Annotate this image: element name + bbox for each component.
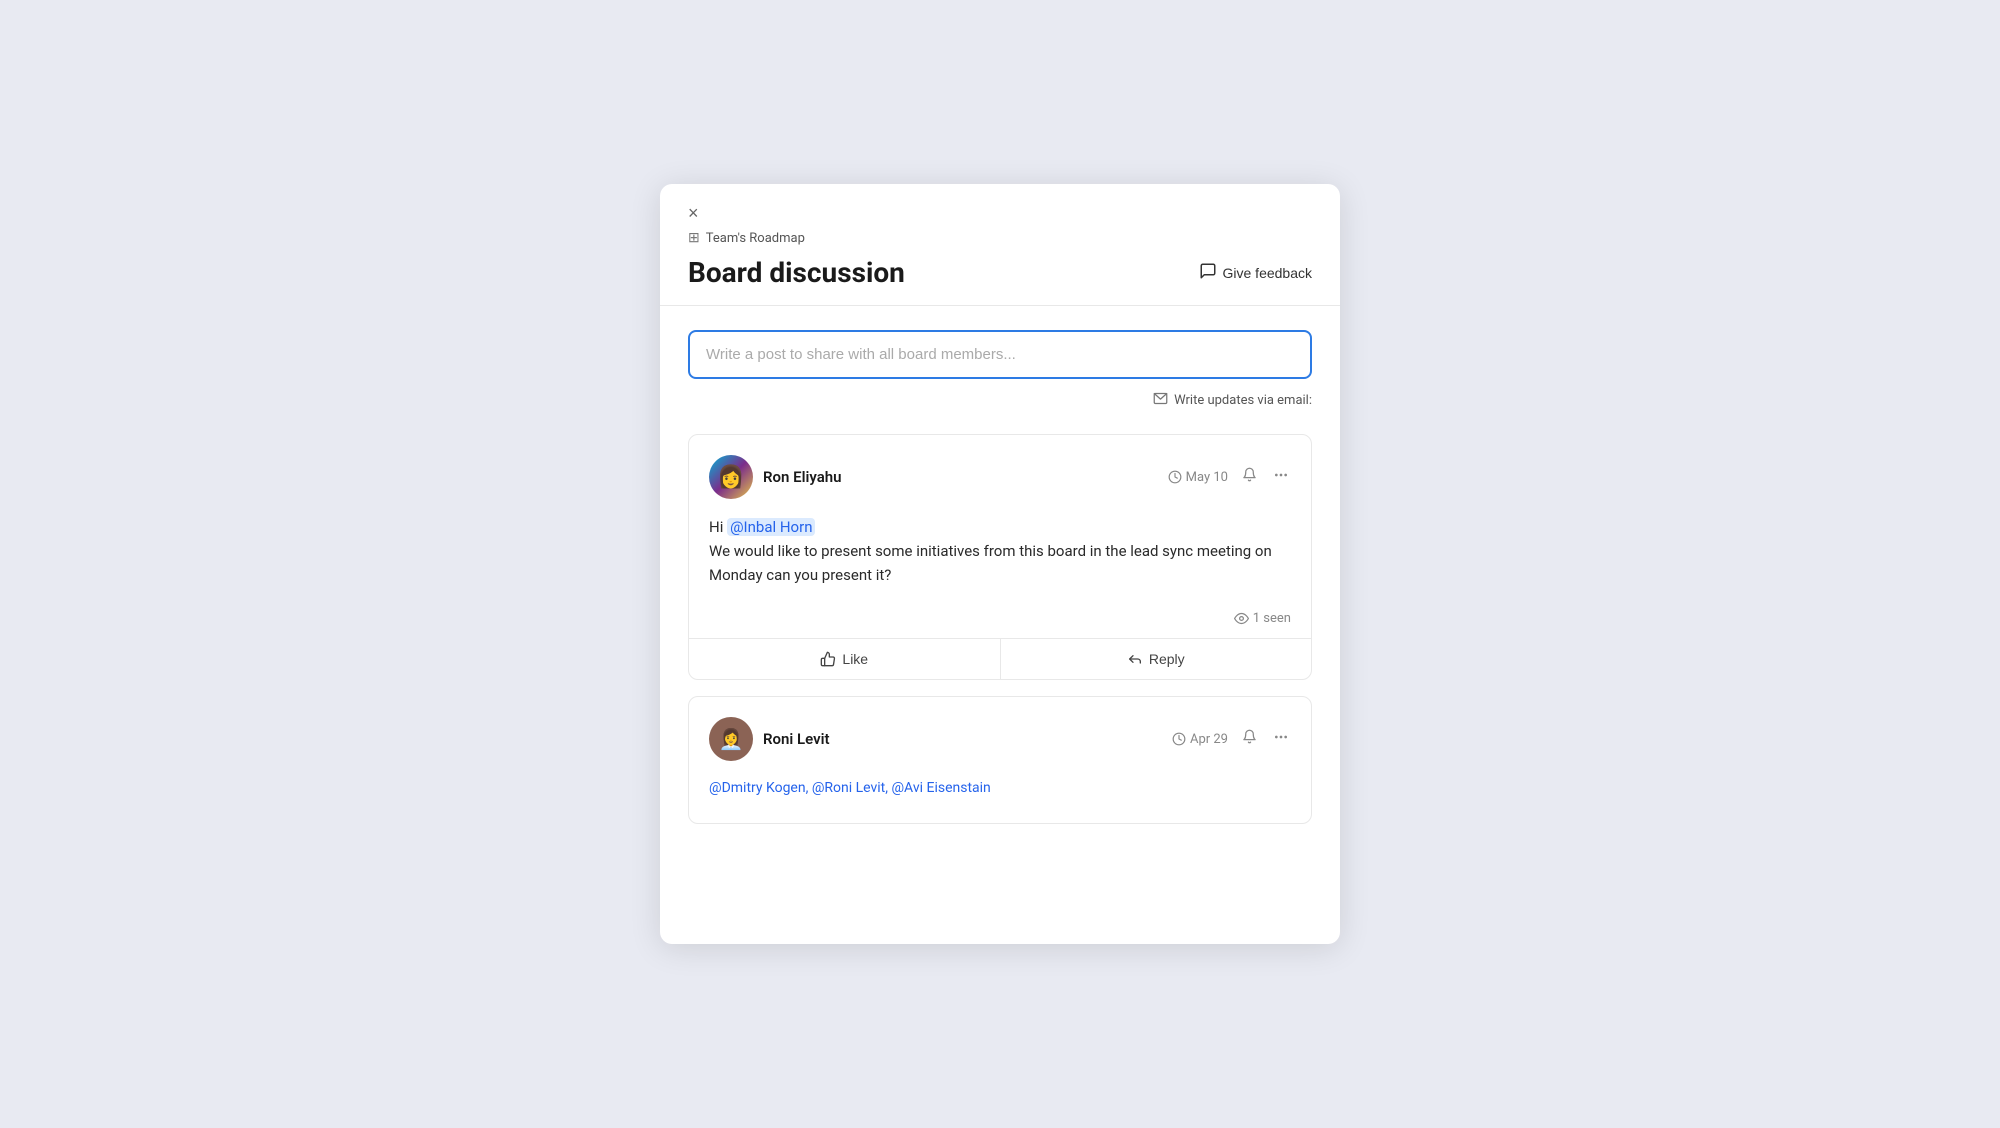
notification-button[interactable]: [1240, 465, 1259, 489]
avatar: 👩‍💼: [709, 717, 753, 761]
title-row: Board discussion Give feedback: [688, 256, 1312, 289]
modal-header: × ⊞ Team's Roadmap Board discussion Give…: [660, 184, 1340, 306]
tagged-users: @Dmitry Kogen, @Roni Levit, @Avi Eisenst…: [709, 777, 1291, 799]
feedback-icon: [1199, 262, 1217, 283]
post-date: Apr 29: [1172, 732, 1228, 747]
post-author: 👩‍💼 Roni Levit: [709, 717, 830, 761]
close-button[interactable]: ×: [688, 204, 699, 222]
post-body-text: We would like to present some initiative…: [709, 542, 1272, 584]
notification-button[interactable]: [1240, 727, 1259, 751]
like-label: Like: [842, 651, 868, 667]
post-meta: 👩‍💼 Roni Levit Apr 29: [709, 717, 1291, 761]
author-name: Ron Eliyahu: [763, 468, 842, 486]
reply-button[interactable]: Reply: [1001, 639, 1312, 679]
author-name: Roni Levit: [763, 730, 830, 748]
post-date: May 10: [1168, 470, 1228, 485]
more-options-button[interactable]: [1271, 727, 1291, 752]
like-button[interactable]: Like: [689, 639, 1001, 679]
board-icon: ⊞: [688, 230, 700, 246]
breadcrumb: ⊞ Team's Roadmap: [688, 230, 1312, 246]
post-actions: Like Reply: [689, 638, 1311, 679]
post-author: 👩 Ron Eliyahu: [709, 455, 842, 499]
email-updates-label: Write updates via email:: [1174, 393, 1312, 408]
post-content: 👩‍💼 Roni Levit Apr 29: [689, 697, 1311, 823]
breadcrumb-text: Team's Roadmap: [706, 231, 805, 246]
page-title: Board discussion: [688, 256, 905, 289]
avatar: 👩: [709, 455, 753, 499]
give-feedback-label: Give feedback: [1223, 265, 1313, 281]
post-text: Hi @Inbal Horn We would like to present …: [709, 515, 1291, 587]
board-discussion-modal: × ⊞ Team's Roadmap Board discussion Give…: [660, 184, 1340, 944]
modal-body: Write updates via email: 👩 Ron Eliyahu: [660, 306, 1340, 864]
post-input[interactable]: [688, 330, 1312, 379]
give-feedback-button[interactable]: Give feedback: [1199, 262, 1313, 283]
post-footer-meta: 1 seen: [689, 603, 1311, 638]
post-date-area: Apr 29: [1172, 727, 1291, 752]
post-text: @Dmitry Kogen, @Roni Levit, @Avi Eisenst…: [709, 777, 1291, 799]
post-card: 👩‍💼 Roni Levit Apr 29: [688, 696, 1312, 824]
date-label: May 10: [1186, 470, 1228, 485]
email-updates-row: Write updates via email:: [688, 391, 1312, 410]
reply-label: Reply: [1149, 651, 1185, 667]
text-before-mention: Hi: [709, 518, 727, 536]
more-options-button[interactable]: [1271, 465, 1291, 490]
post-content: 👩 Ron Eliyahu May 10: [689, 435, 1311, 603]
compose-area: [688, 330, 1312, 379]
post-meta: 👩 Ron Eliyahu May 10: [709, 455, 1291, 499]
seen-label: 1 seen: [1253, 611, 1291, 626]
date-label: Apr 29: [1190, 732, 1228, 747]
post-date-area: May 10: [1168, 465, 1291, 490]
email-icon: [1153, 391, 1168, 410]
seen-count: 1 seen: [1234, 611, 1291, 626]
mention-tag[interactable]: @Inbal Horn: [727, 518, 815, 536]
post-card: 👩 Ron Eliyahu May 10: [688, 434, 1312, 680]
